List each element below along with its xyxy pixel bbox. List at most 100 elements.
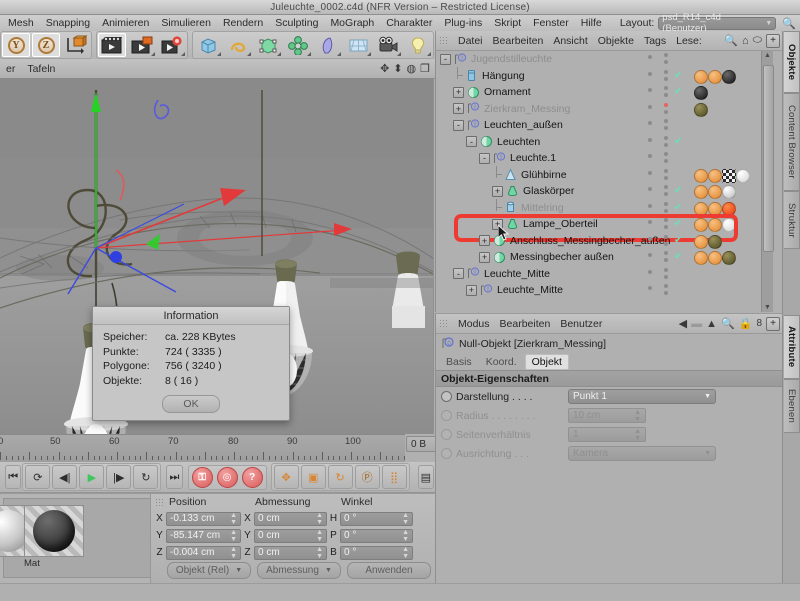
menu-item-hilfe[interactable]: Hilfe <box>575 17 608 29</box>
render-visibility-dot-bottom[interactable] <box>664 93 668 97</box>
stepper-icon[interactable]: ▲▼ <box>230 512 237 526</box>
visibility-dots[interactable] <box>648 286 652 290</box>
palette-item-tafeln[interactable]: Tafeln <box>21 63 61 75</box>
loop-button[interactable]: ↻ <box>133 465 159 489</box>
object-tag-black[interactable] <box>694 86 708 100</box>
side-tab-content-browser[interactable]: Content Browser <box>784 93 800 191</box>
radius-input[interactable]: 10 cm ▲ ▼ <box>568 408 646 423</box>
render-region-button[interactable] <box>128 33 156 57</box>
move-icon[interactable]: ✥ <box>380 62 389 75</box>
editor-visibility-dot[interactable] <box>648 88 652 92</box>
object-tag-glass[interactable] <box>722 185 736 199</box>
render-visibility-dots[interactable] <box>664 251 668 262</box>
om-menu-objekte[interactable]: Objekte <box>593 35 639 47</box>
enabled-check-icon[interactable]: ✔ <box>674 185 682 196</box>
render-visibility-dots[interactable] <box>664 218 668 229</box>
editor-visibility-dot[interactable] <box>648 154 652 158</box>
editor-visibility-dot[interactable] <box>648 55 652 59</box>
points-key-icon[interactable]: ⣿ <box>381 465 407 489</box>
layout-dropdown[interactable]: psd_R14_c4d (Benutzer) ▼ <box>658 12 777 34</box>
visibility-dots[interactable] <box>648 71 652 76</box>
stepper-icon[interactable]: ▲▼ <box>402 512 409 526</box>
coordinate-mode-dropdown[interactable]: Objekt (Rel) ▼ <box>167 562 251 579</box>
render-visibility-dot-bottom[interactable] <box>664 159 668 163</box>
position-key-icon[interactable]: ✥ <box>273 465 299 489</box>
editor-visibility-dot[interactable] <box>648 236 652 241</box>
timeline-icon[interactable]: ▤ <box>417 465 434 489</box>
object-tree-row[interactable]: + Lampe_Oberteil ✔ <box>436 216 772 233</box>
render-visibility-dots[interactable] <box>664 185 668 196</box>
render-visibility-dot-top[interactable] <box>664 284 668 288</box>
generator-button[interactable] <box>314 33 342 57</box>
stepper-icon[interactable]: ▲▼ <box>316 512 323 526</box>
object-tree-row[interactable]: + Anschluss_Messingbecher_außen ✔ <box>436 233 772 250</box>
render-view-button[interactable] <box>98 33 126 57</box>
menu-item-plugins[interactable]: Plug-ins <box>438 17 488 29</box>
object-tag-white[interactable] <box>736 168 750 183</box>
object-tag-orange[interactable] <box>708 251 722 265</box>
size-y-input[interactable]: 0 cm ▲ ▼ <box>254 528 327 543</box>
visibility-dots[interactable] <box>648 220 652 224</box>
render-visibility-dot-top[interactable] <box>664 218 668 222</box>
render-visibility-dots[interactable] <box>664 284 668 295</box>
render-visibility-dot-bottom[interactable] <box>664 192 668 196</box>
home-icon[interactable]: ⌂ <box>742 35 749 47</box>
render-visibility-dot-bottom[interactable] <box>664 274 668 279</box>
rotate-icon[interactable]: ◍ <box>407 62 417 75</box>
object-tree-row[interactable]: + 0 Zierkram_Messing <box>436 101 772 118</box>
object-tree-row[interactable]: Hängung ✔ <box>436 67 772 85</box>
menu-item-simulieren[interactable]: Simulieren <box>155 17 217 29</box>
ausrichtung-dropdown[interactable]: Kamera ▼ <box>568 446 716 461</box>
visibility-dots[interactable] <box>648 154 652 158</box>
ellipse-icon[interactable]: ⬭ <box>753 34 762 47</box>
step-back-button[interactable]: ◀| <box>52 465 78 489</box>
forward-arrow-icon[interactable]: ▬ <box>691 318 702 330</box>
drag-grip-icon[interactable] <box>439 319 448 328</box>
object-tag-orange[interactable] <box>708 185 722 199</box>
scale-icon[interactable]: ⬍ <box>393 62 402 75</box>
material-item[interactable]: Mat <box>24 505 84 569</box>
render-visibility-dot-bottom[interactable] <box>664 60 668 64</box>
editor-visibility-dot[interactable] <box>648 121 652 125</box>
render-visibility-dot-top[interactable] <box>664 152 668 156</box>
render-visibility-dot-bottom[interactable] <box>664 126 668 130</box>
position-x-input[interactable]: -0.133 cm ▲ ▼ <box>166 511 241 526</box>
rotation-key-icon[interactable]: ↻ <box>327 465 353 489</box>
go-to-end-button[interactable]: ⏭ <box>166 465 183 489</box>
object-tag-orange[interactable] <box>694 69 708 84</box>
visibility-dots[interactable] <box>648 88 652 92</box>
object-tag-orange[interactable] <box>694 251 708 265</box>
object-tree-row[interactable]: + Messingbecher außen ✔ <box>436 249 772 266</box>
angle-h-input[interactable]: 0 ° ▲ ▼ <box>340 511 413 526</box>
visibility-dots[interactable] <box>648 187 652 191</box>
enabled-check-icon[interactable]: ✔ <box>674 202 682 213</box>
visibility-dots[interactable] <box>648 55 652 59</box>
object-tag-brass[interactable] <box>722 251 736 265</box>
apply-button[interactable]: Anwenden <box>347 562 431 579</box>
object-tree-row[interactable]: - 0 Leuchte.1 <box>436 150 772 167</box>
property-radio[interactable] <box>441 391 452 402</box>
render-settings-button[interactable] <box>158 33 186 57</box>
render-visibility-dot-top[interactable] <box>664 135 668 140</box>
lock-icon[interactable]: 🔒 <box>739 317 753 330</box>
editor-visibility-dot[interactable] <box>648 269 652 274</box>
object-tag-red[interactable] <box>722 201 736 216</box>
render-visibility-dot-top[interactable] <box>664 119 668 123</box>
render-visibility-dot-top[interactable] <box>664 201 668 206</box>
om-menu-datei[interactable]: Datei <box>453 35 488 47</box>
render-visibility-dot-bottom[interactable] <box>664 291 668 295</box>
visibility-dots[interactable] <box>648 203 652 208</box>
darstellung-dropdown[interactable]: Punkt 1 ▼ <box>568 389 716 404</box>
render-visibility-dots[interactable] <box>664 102 668 114</box>
collapse-icon[interactable]: - <box>440 53 451 65</box>
object-tree-scrollbar[interactable]: ▲ ▼ <box>761 51 774 312</box>
visibility-dots[interactable] <box>648 269 652 274</box>
editor-visibility-dot[interactable] <box>648 286 652 290</box>
floor-button[interactable] <box>344 33 372 57</box>
angle-b-input[interactable]: 0 ° ▲ ▼ <box>340 545 413 560</box>
render-visibility-dot-bottom[interactable] <box>664 241 668 246</box>
editor-visibility-dot[interactable] <box>648 71 652 76</box>
enabled-check-icon[interactable]: ✔ <box>674 235 682 246</box>
om-menu-ansicht[interactable]: Ansicht <box>548 35 592 47</box>
visibility-dots[interactable] <box>648 104 652 109</box>
